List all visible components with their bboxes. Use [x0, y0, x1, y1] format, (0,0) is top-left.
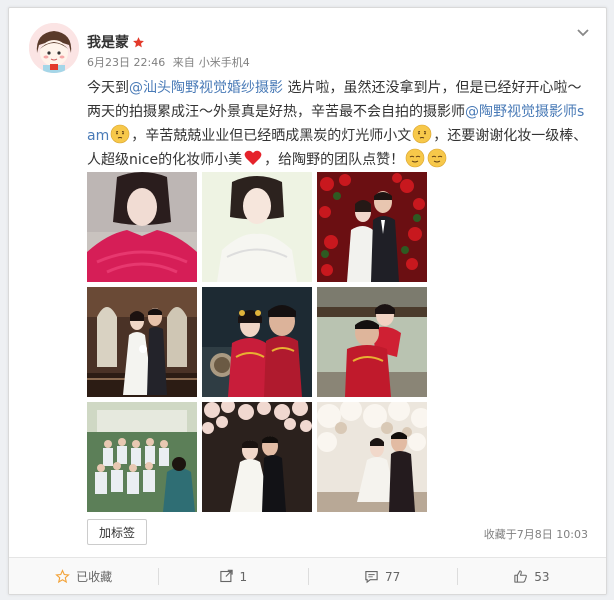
- mention-link[interactable]: @汕头陶野视觉婚纱摄影: [129, 80, 283, 96]
- repost-button[interactable]: 1: [158, 558, 307, 594]
- avatar-image: [29, 23, 79, 73]
- like-count: 53: [534, 569, 550, 584]
- avatar[interactable]: [29, 23, 79, 73]
- photo-5[interactable]: [202, 287, 312, 397]
- red-star-icon[interactable]: [132, 36, 145, 49]
- repost-count: 1: [239, 569, 248, 584]
- photo-1[interactable]: [87, 172, 197, 282]
- favorite-time: 收藏于7月8日 10:03: [483, 528, 588, 541]
- post-meta: 6月23日 22:46 来自 小米手机4: [87, 54, 254, 70]
- content-face-emoji-icon: [427, 148, 447, 168]
- heart-icon: [244, 150, 262, 165]
- photo-7[interactable]: [87, 402, 197, 512]
- comment-button[interactable]: 77: [307, 558, 457, 594]
- source-device[interactable]: 小米手机4: [199, 56, 250, 69]
- post-date[interactable]: 6月23日 22:46: [87, 56, 165, 69]
- thinking-emoji-icon: [412, 124, 432, 144]
- repost-icon: [219, 569, 233, 583]
- weibo-post-card: 我是蒙 6月23日 22:46 来自 小米手机4 今天到@汕头陶野视觉婚纱摄影 选…: [8, 7, 607, 595]
- photo-2[interactable]: [202, 172, 312, 282]
- source-prefix: 来自: [172, 56, 195, 69]
- photo-3[interactable]: [317, 172, 427, 282]
- like-button[interactable]: 53: [456, 558, 606, 594]
- chevron-down-icon[interactable]: [574, 24, 592, 42]
- favorite-label: 已收藏: [76, 570, 113, 584]
- add-tag-button[interactable]: 加标签: [87, 519, 148, 545]
- photo-9[interactable]: [317, 402, 427, 512]
- favorite-button[interactable]: 已收藏: [9, 558, 158, 594]
- thinking-emoji-icon: [110, 124, 130, 144]
- content-face-emoji-icon: [405, 148, 425, 168]
- user-name[interactable]: 我是蒙: [87, 32, 129, 52]
- post-text-part: ，辛苦兢兢业业但已经晒成黑炭的灯光师小文: [131, 128, 412, 144]
- post-text-part: ，给陶野的团队点赞！: [264, 152, 405, 168]
- comment-count: 77: [384, 569, 401, 584]
- action-bar: 已收藏 1 77 53: [9, 557, 606, 594]
- photo-4[interactable]: [87, 287, 197, 397]
- comment-icon: [365, 570, 378, 584]
- photo-8[interactable]: [202, 402, 312, 512]
- star-icon: [55, 569, 70, 584]
- photo-6[interactable]: [317, 287, 427, 397]
- user-name-row: 我是蒙: [87, 32, 145, 52]
- post-text: 今天到@汕头陶野视觉婚纱摄影 选片啦，虽然还没拿到片，但是已经好开心啦～两天的拍…: [87, 76, 592, 172]
- thumbs-up-icon: [514, 570, 528, 583]
- post-text-part: 今天到: [87, 80, 129, 96]
